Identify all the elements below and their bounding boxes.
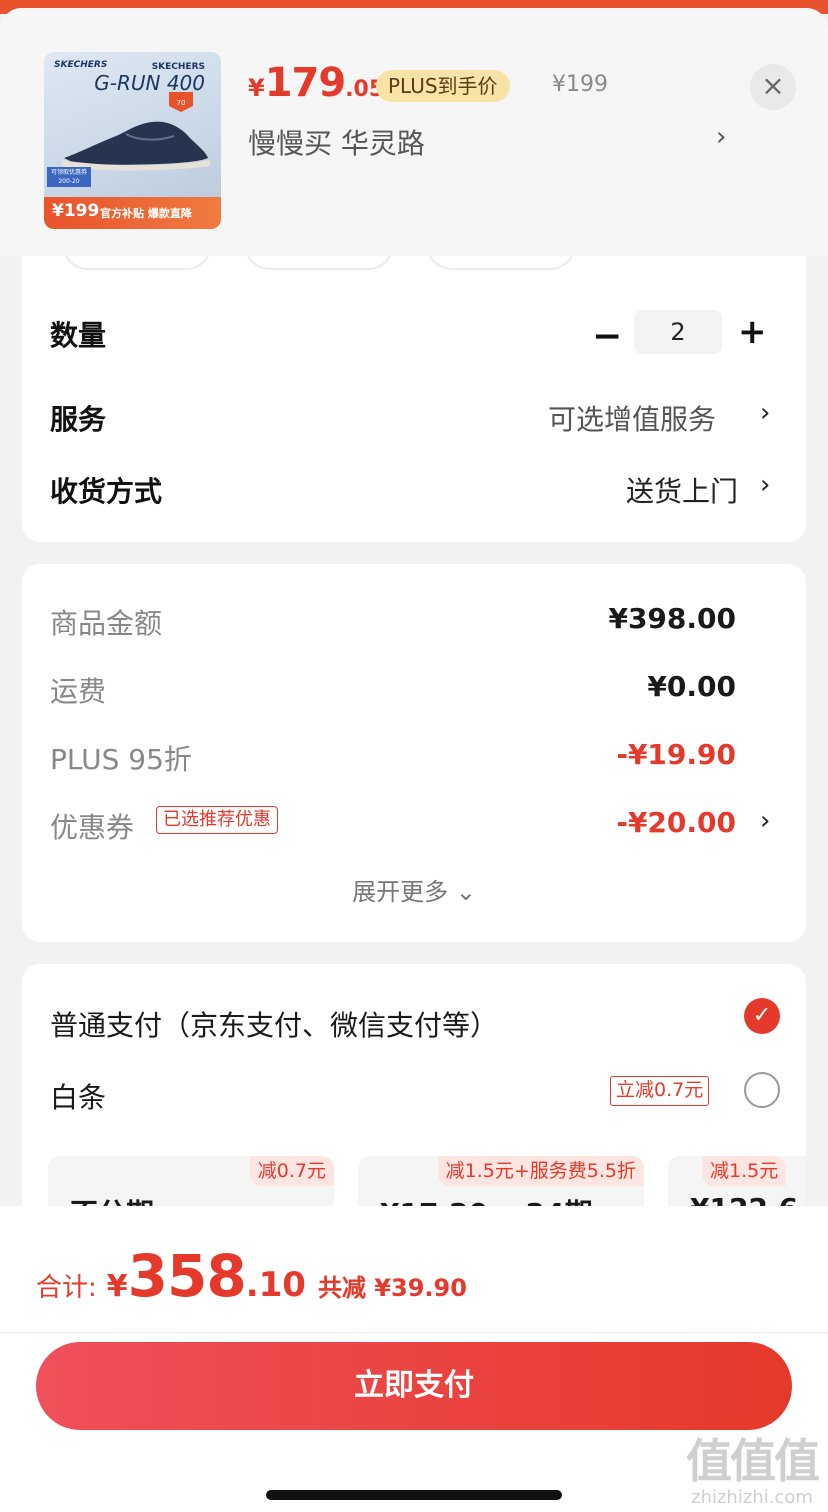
quantity-input[interactable]: 2	[634, 310, 722, 354]
expand-more-button[interactable]: 展开更多 ⌄	[22, 872, 806, 907]
thumbnail-promo-price: ¥199	[52, 201, 100, 221]
home-indicator[interactable]	[266, 1490, 562, 1500]
selected-variant[interactable]: 慢慢买 华灵路	[248, 122, 425, 162]
quantity-decrease-button[interactable]: −	[592, 316, 622, 357]
plus-discount-label: PLUS 95折	[50, 743, 192, 776]
shipping-label: 运费	[50, 675, 107, 708]
thumbnail-promo-text: 官方补贴 爆款直降	[100, 207, 192, 220]
product-thumbnail[interactable]: SKECHERS SKECHERS G-RUN 400 70 可领取优惠券 20…	[44, 52, 221, 229]
plus-price-badge: PLUS到手价	[376, 70, 510, 102]
quantity-increase-button[interactable]: +	[738, 312, 767, 352]
goods-amount-value: ¥398.00	[608, 602, 736, 635]
site-watermark: 值值值 zhizhizhi.com	[686, 1434, 820, 1508]
baitiao-radio[interactable]	[744, 1072, 780, 1108]
thumbnail-model: SKECHERS G-RUN 400	[94, 62, 205, 93]
total-currency: ¥	[106, 1269, 128, 1304]
quantity-label: 数量	[50, 319, 107, 352]
service-label: 服务	[50, 403, 107, 436]
delivery-label: 收货方式	[50, 475, 163, 508]
coupon-value[interactable]: -¥20.00	[616, 806, 736, 839]
close-icon: ×	[761, 69, 785, 102]
price-summary-card: 商品金额 ¥398.00 运费 ¥0.00 PLUS 95折 -¥19.90 优…	[22, 564, 806, 942]
chevron-right-icon[interactable]: ›	[760, 398, 770, 428]
coupon-label: 优惠券	[50, 811, 135, 844]
product-header: SKECHERS SKECHERS G-RUN 400 70 可领取优惠券 20…	[0, 8, 828, 256]
total-decimal: .10	[245, 1265, 306, 1305]
order-total: 合计: ¥ 358 .10 共减 ¥39.90	[36, 1242, 467, 1310]
plus-discount-value: -¥19.90	[616, 738, 736, 771]
installment-badge: 减1.5元	[702, 1156, 787, 1186]
thumbnail-model-big: G-RUN 400	[94, 71, 205, 95]
total-integer: 358	[127, 1242, 247, 1310]
baitiao-discount-tag: 立减0.7元	[610, 1076, 710, 1106]
installment-badge: 减1.5元+服务费5.5折	[437, 1156, 644, 1186]
price-integer: 179	[264, 60, 346, 106]
shoe-image	[62, 121, 210, 171]
purchase-sheet: SKECHERS SKECHERS G-RUN 400 70 可领取优惠券 20…	[0, 8, 828, 1512]
pay-now-button[interactable]: 立即支付	[36, 1342, 792, 1430]
checkout-bar: 合计: ¥ 358 .10 共减 ¥39.90 立即支付 值值值 zhizhiz…	[0, 1206, 828, 1512]
checkmark-icon[interactable]: ✓	[744, 998, 780, 1034]
thumbnail-promo-bar: ¥199 官方补贴 爆款直降	[44, 197, 221, 229]
chevron-right-icon[interactable]: ›	[760, 470, 770, 500]
coupon-recommended-tag: 已选推荐优惠	[156, 806, 278, 834]
service-value[interactable]: 可选增值服务	[548, 398, 716, 438]
thumbnail-coupon-badge: 可领取优惠券 200-20	[47, 167, 91, 187]
total-saved: 共减 ¥39.90	[317, 1274, 467, 1302]
installment-badge: 减0.7元	[249, 1156, 334, 1186]
delivery-value[interactable]: 送货上门	[626, 470, 738, 510]
price-currency: ¥	[248, 74, 265, 102]
close-button[interactable]: ×	[750, 64, 796, 110]
goods-amount-label: 商品金额	[50, 607, 163, 640]
shipping-value: ¥0.00	[647, 670, 736, 703]
chevron-right-icon[interactable]: ›	[760, 806, 770, 836]
product-price: ¥ 179 .05	[248, 60, 384, 106]
original-price: ¥199	[552, 72, 608, 97]
normal-payment-option[interactable]: 普通支付（京东支付、微信支付等）	[50, 1004, 498, 1044]
total-label: 合计:	[36, 1273, 97, 1303]
watermark-site: zhizhizhi.com	[691, 1487, 813, 1508]
chevron-right-icon[interactable]: ›	[716, 122, 726, 152]
divider	[0, 1332, 828, 1333]
thumbnail-badge: 70	[169, 92, 193, 112]
baitiao-payment-option[interactable]: 白条	[50, 1076, 106, 1116]
watermark-logo: 值值值	[686, 1434, 820, 1488]
